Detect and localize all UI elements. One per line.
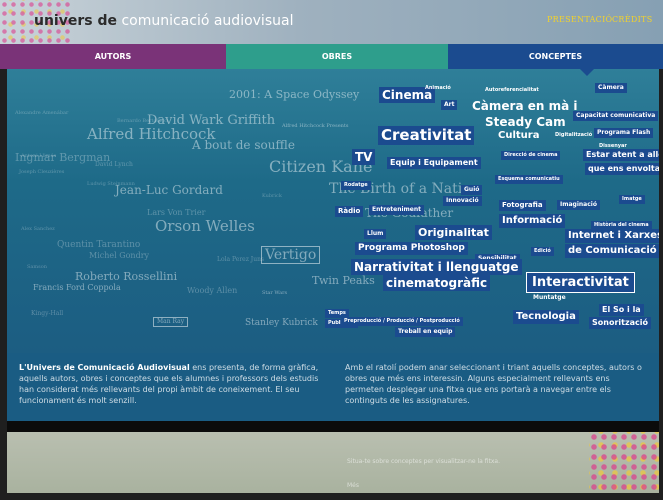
cloud-word[interactable]: Kubrick bbox=[262, 194, 282, 199]
concept-digitalitzacio[interactable]: Digitalització bbox=[555, 133, 592, 138]
cloud-word[interactable]: Lars Von Trier bbox=[147, 209, 205, 217]
concept-equip[interactable]: Equip i Equipament bbox=[387, 157, 481, 169]
tab-obres[interactable]: OBRES bbox=[226, 44, 448, 69]
footer-panel: Situa-te sobre conceptes per visualitzar… bbox=[7, 432, 659, 493]
concept-steady-cam[interactable]: Steady Cam bbox=[485, 116, 566, 128]
concept-programa-photoshop[interactable]: Programa Photoshop bbox=[355, 242, 468, 255]
tab-autors[interactable]: AUTORS bbox=[0, 44, 226, 69]
link-presentacio[interactable]: PRESENTACIÓ bbox=[547, 15, 612, 24]
concept-tecnologia[interactable]: Tecnologia bbox=[513, 310, 579, 324]
concept-cinematografic[interactable]: cinematogràfic bbox=[383, 275, 491, 291]
concept-esquema-comunicatiu[interactable]: Esquema comunicatiu bbox=[495, 175, 563, 184]
cloud-word[interactable]: Alfred Hitchcock Presents bbox=[282, 124, 348, 129]
cloud-word[interactable]: 2001: A Space Odyssey bbox=[229, 89, 359, 100]
cloud-word[interactable]: A bout de souffle bbox=[192, 139, 295, 151]
logo-text-part1: univers de bbox=[34, 13, 117, 29]
concept-tv[interactable]: TV bbox=[352, 149, 376, 165]
link-credits[interactable]: CRÈDITS bbox=[612, 15, 652, 24]
footer-hint: Situa-te sobre conceptes per visualitzar… bbox=[347, 458, 500, 465]
logo-text-part2: comunicació audiovisual bbox=[121, 13, 294, 29]
cloud-word[interactable]: Jean-Luc Gordard bbox=[115, 184, 223, 196]
concept-originalitat[interactable]: Originalitat bbox=[415, 225, 492, 240]
cloud-word[interactable]: Woody Allen bbox=[187, 287, 237, 295]
cloud-word[interactable]: Quentin Tarantino bbox=[57, 241, 140, 250]
concept-art[interactable]: Art bbox=[441, 100, 458, 110]
concept-interactivitat[interactable]: Interactivitat bbox=[526, 272, 635, 293]
cloud-word[interactable]: Stanley Kubrick bbox=[245, 319, 318, 328]
cloud-word[interactable]: Twin Peaks bbox=[312, 275, 375, 286]
cloud-word[interactable]: Man Ray bbox=[153, 317, 189, 327]
info-panel: L'Univers de Comunicació Audiovisual ens… bbox=[7, 353, 659, 421]
concept-rodatge[interactable]: Rodatge bbox=[341, 181, 371, 190]
concept-edicio[interactable]: Edició bbox=[531, 247, 554, 256]
concept-de-comunicacio[interactable]: de Comunicació bbox=[565, 244, 659, 258]
concept-entreteniment[interactable]: Entreteniment bbox=[369, 205, 424, 215]
concept-el-so[interactable]: El So i la bbox=[599, 304, 644, 316]
cloud-word[interactable]: Michel Gondry bbox=[89, 252, 149, 260]
word-cloud: Alexandre Amenábar Bernardo Bertolucci A… bbox=[7, 69, 659, 353]
info-left-highlight: L'Univers de Comunicació Audiovisual bbox=[19, 363, 190, 372]
cloud-word[interactable]: Joseph Cleuzières bbox=[19, 170, 64, 175]
cloud-word[interactable]: Star Wars bbox=[262, 291, 287, 296]
site-logo[interactable]: univers de comunicació audiovisual bbox=[34, 13, 293, 29]
info-left-text: L'Univers de Comunicació Audiovisual ens… bbox=[7, 353, 333, 421]
header-bar: univers de comunicació audiovisual PRESE… bbox=[0, 0, 663, 44]
concept-llum[interactable]: Llum bbox=[364, 229, 387, 239]
cloud-word[interactable]: Vertigo bbox=[261, 246, 321, 264]
concept-internet-xarxes[interactable]: Internet i Xarxes bbox=[565, 229, 659, 243]
cloud-word[interactable]: Roberto Rossellini bbox=[75, 271, 177, 282]
concept-muntatge[interactable]: Muntatge bbox=[533, 295, 566, 301]
concept-narrativitat[interactable]: Narrativitat i llenguatge bbox=[351, 259, 522, 275]
cloud-word[interactable]: Alex Sanchez bbox=[21, 227, 55, 232]
concept-radio[interactable]: Ràdio bbox=[335, 206, 364, 217]
concept-innovacio[interactable]: Innovació bbox=[443, 196, 482, 206]
concept-estar-atent[interactable]: Estar atent a allò bbox=[583, 149, 659, 161]
concept-que-ens-envolta[interactable]: que ens envolta bbox=[585, 163, 659, 175]
concept-direccio-cinema[interactable]: Direcció de cinema bbox=[501, 151, 561, 160]
cloud-word[interactable]: Francis Ford Coppola bbox=[33, 284, 121, 292]
info-right-text: Amb el ratolí podem anar seleccionant i … bbox=[345, 363, 642, 405]
concept-sonoritzacio[interactable]: Sonorització bbox=[589, 317, 651, 329]
concept-guio[interactable]: Guió bbox=[461, 185, 483, 195]
concept-autoreferencialitat[interactable]: Autoreferencialitat bbox=[485, 88, 539, 93]
cloud-word[interactable]: Orson Welles bbox=[155, 219, 255, 234]
concept-imaginacio[interactable]: Imaginació bbox=[557, 200, 600, 210]
concept-fotografia[interactable]: Fotografia bbox=[499, 200, 546, 211]
concept-animacio[interactable]: Animació bbox=[425, 86, 451, 91]
cloud-word[interactable]: Kingy-Hall bbox=[31, 311, 63, 317]
cloud-word[interactable]: Alexandre Amenábar bbox=[15, 111, 68, 116]
main-tabs: AUTORS OBRES CONCEPTES bbox=[0, 44, 663, 69]
concept-capacitat-comunicativa[interactable]: Capacitat comunicativa bbox=[573, 111, 659, 121]
concept-programa-flash[interactable]: Programa Flash bbox=[594, 128, 654, 138]
footer-dots-decoration bbox=[589, 432, 659, 493]
concept-camera-en-ma[interactable]: Càmera en mà i bbox=[472, 100, 578, 112]
tab-conceptes[interactable]: CONCEPTES bbox=[448, 44, 663, 69]
concept-informacio[interactable]: Informació bbox=[499, 214, 566, 228]
concept-preproduccio[interactable]: Preproducció / Producció / Postproducció bbox=[341, 317, 463, 326]
concept-creativitat[interactable]: Creativitat bbox=[378, 126, 475, 145]
concept-imatge[interactable]: Imatge bbox=[619, 195, 645, 204]
divider-bar bbox=[7, 421, 659, 432]
concept-treball-equip[interactable]: Treball en equip bbox=[395, 327, 456, 337]
footer-more: Més bbox=[347, 482, 359, 489]
concept-cultura[interactable]: Cultura bbox=[498, 131, 539, 141]
cloud-word[interactable]: Samson bbox=[27, 265, 47, 270]
cloud-word[interactable]: Lola Perez Juns bbox=[217, 257, 264, 263]
cloud-word[interactable]: Ingmar Bergman bbox=[15, 152, 110, 163]
active-tab-pointer bbox=[580, 69, 594, 76]
concept-camera[interactable]: Càmera bbox=[595, 83, 627, 93]
